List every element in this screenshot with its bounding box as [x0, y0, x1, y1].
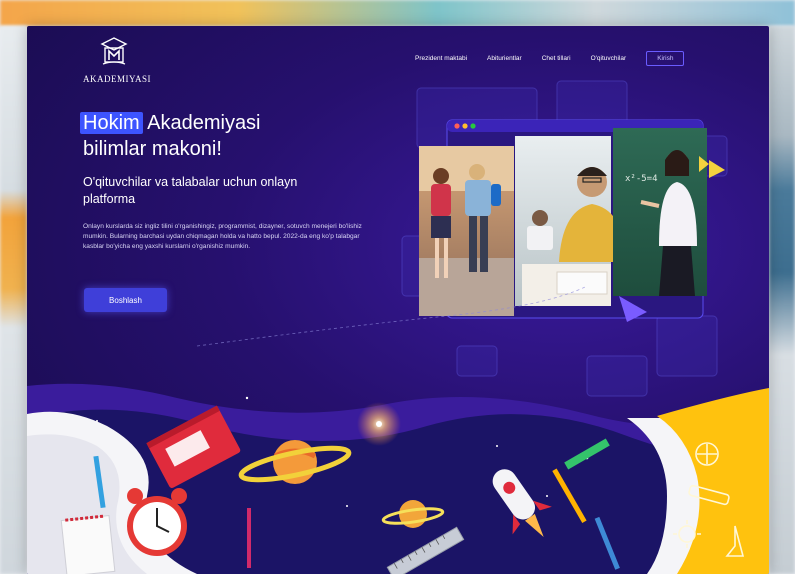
- background-collage-right: [769, 26, 795, 574]
- photo-student-laptop: [515, 136, 625, 306]
- photo-students-walking: [419, 146, 514, 316]
- notepad-icon: [60, 514, 116, 574]
- hero-illustration: x²-5=4: [27, 80, 769, 574]
- svg-text:x²-5=4: x²-5=4: [625, 174, 658, 184]
- background-collage: [0, 0, 795, 26]
- pencil-icon: [247, 508, 251, 568]
- photo-teacher-blackboard: x²-5=4: [613, 128, 709, 296]
- background-collage-left: [0, 26, 27, 574]
- landing-page-frame: AKADEMIYASI Prezident maktabi Abiturient…: [27, 26, 769, 574]
- alarm-clock-icon: [127, 488, 187, 556]
